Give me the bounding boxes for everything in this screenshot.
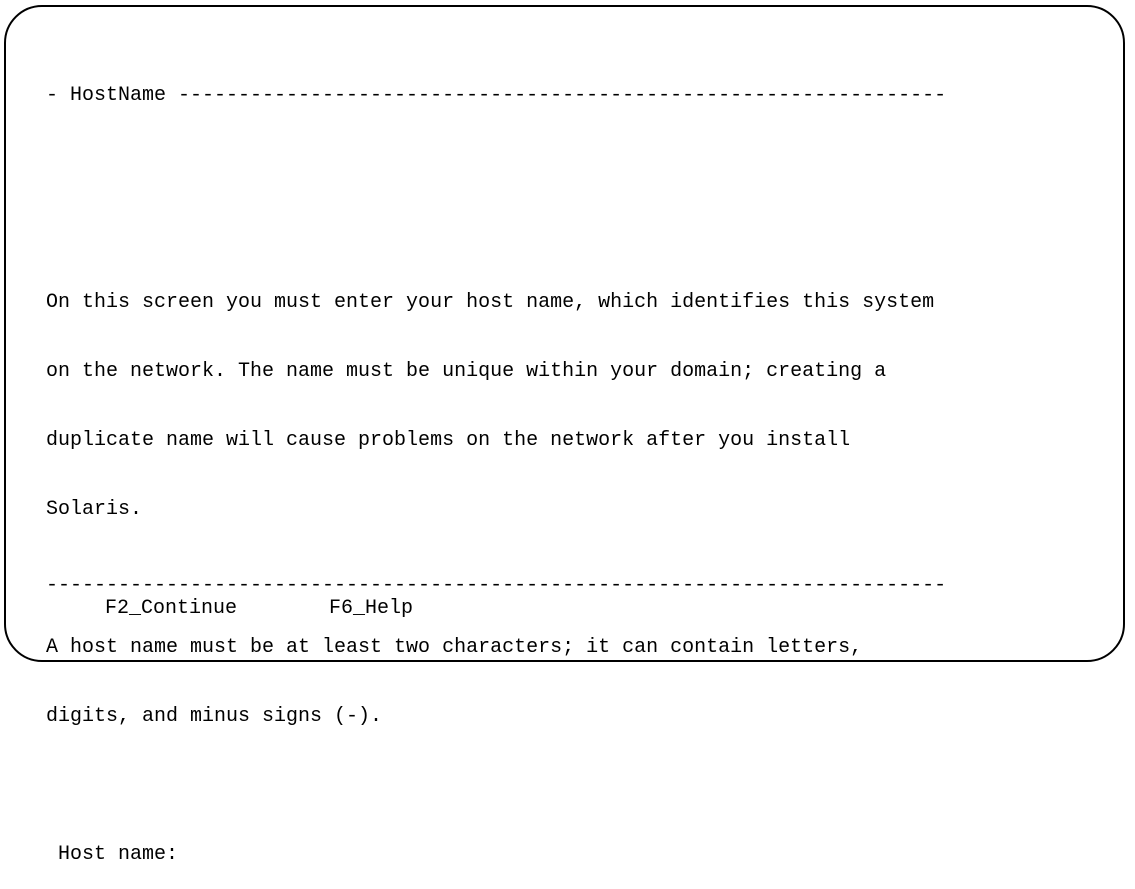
screen-header: - HostName -----------------------------… bbox=[46, 84, 947, 107]
help-key[interactable]: F6_Help bbox=[329, 597, 413, 620]
rules-line: A host name must be at least two charact… bbox=[46, 636, 863, 659]
rules-line: digits, and minus signs (-). bbox=[46, 705, 383, 728]
description-line: On this screen you must enter your host … bbox=[46, 291, 935, 314]
footer-separator: ----------------------------------------… bbox=[46, 574, 947, 597]
host-name-label: Host name: bbox=[46, 843, 179, 866]
function-key-bar: F2_Continue F6_Help bbox=[46, 597, 413, 620]
host-name-field[interactable]: Host name: bbox=[46, 843, 946, 866]
description-line: Solaris. bbox=[46, 498, 143, 521]
continue-key[interactable]: F2_Continue bbox=[105, 597, 237, 620]
description-line: duplicate name will cause problems on th… bbox=[46, 429, 851, 452]
terminal-screen: - HostName -----------------------------… bbox=[46, 38, 946, 889]
description-line: on the network. The name must be unique … bbox=[46, 360, 887, 383]
